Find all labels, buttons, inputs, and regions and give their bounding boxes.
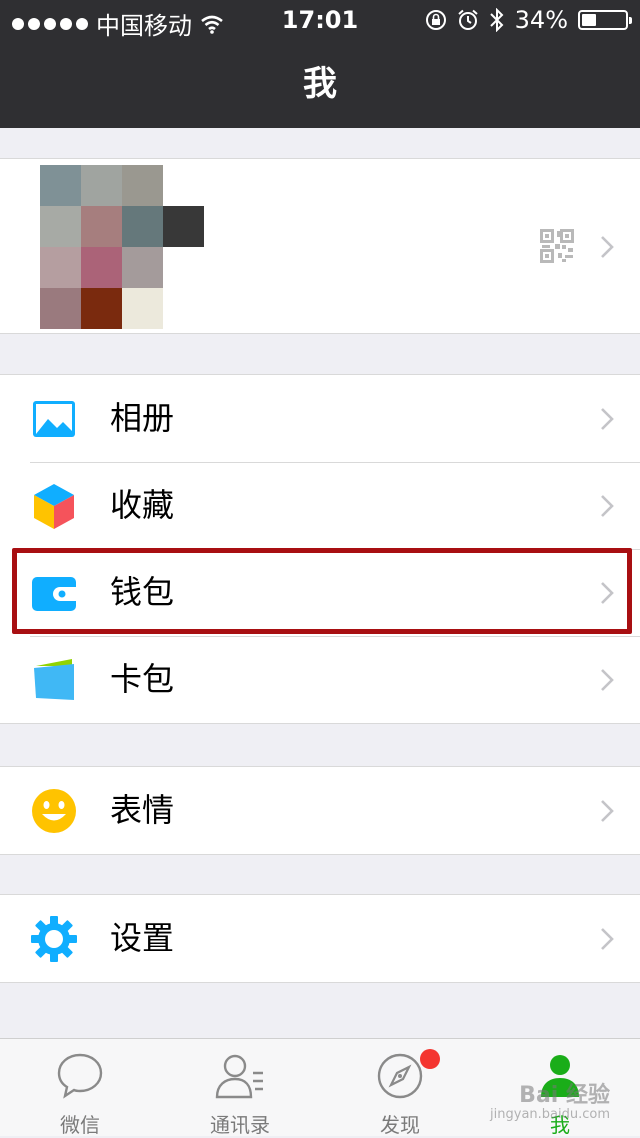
- avatar-pixel: [122, 206, 163, 247]
- menu-label: 收藏: [110, 486, 175, 524]
- tab-contacts[interactable]: 通讯录: [160, 1039, 320, 1137]
- tab-me[interactable]: 我 Bai 经验 jingyan.baidu.com: [480, 1039, 640, 1137]
- menu-item-stickers[interactable]: 表情: [0, 767, 640, 854]
- avatar-pixel: [122, 165, 163, 206]
- avatar-pixel: [122, 247, 163, 288]
- menu-group-3: 设置: [0, 894, 640, 983]
- card-pack-icon: [34, 659, 74, 700]
- tab-label: 发现: [380, 1113, 420, 1137]
- chevron-right-icon: [601, 800, 614, 822]
- avatar-pixel: [40, 165, 81, 206]
- favorites-icon: [34, 484, 74, 529]
- menu-item-wallet[interactable]: 钱包: [0, 549, 640, 636]
- avatar-pixel: [81, 247, 122, 288]
- avatar-pixel: [81, 206, 122, 247]
- status-bar: 中国移动 17:01 34%: [0, 0, 640, 40]
- chevron-right-icon: [601, 495, 614, 517]
- avatar-pixel: [40, 247, 81, 288]
- avatar-pixel: [81, 288, 122, 329]
- watermark-text: Bai 经验: [519, 1083, 610, 1108]
- avatar-pixel: [122, 288, 163, 329]
- tab-discover[interactable]: 发现: [320, 1039, 480, 1137]
- menu-item-album[interactable]: 相册: [0, 375, 640, 462]
- chat-icon: [57, 1053, 103, 1099]
- bluetooth-icon: [489, 8, 504, 32]
- notification-badge: [420, 1049, 440, 1069]
- menu-item-card-pack[interactable]: 卡包: [0, 636, 640, 723]
- avatar-pixel: [40, 288, 81, 329]
- alarm-icon: [457, 9, 478, 30]
- avatar[interactable]: [40, 165, 205, 329]
- tab-bar: 微信 通讯录 发现 我 Bai 经验 jingyan.baidu.com: [0, 1038, 640, 1137]
- watermark-subtext: jingyan.baidu.com: [490, 1107, 610, 1122]
- rotation-lock-icon: [425, 10, 446, 30]
- chevron-right-icon[interactable]: [600, 235, 614, 259]
- menu-label: 钱包: [110, 573, 175, 611]
- menu-item-settings[interactable]: 设置: [0, 895, 640, 982]
- avatar-pixel: [40, 206, 81, 247]
- wallet-icon: [32, 577, 76, 611]
- qr-code-icon[interactable]: [540, 229, 574, 263]
- status-right: 34%: [425, 6, 632, 34]
- nav-bar: 我: [0, 40, 640, 128]
- menu-label: 卡包: [110, 660, 175, 698]
- discover-icon: [377, 1053, 423, 1099]
- avatar-pixel: [81, 165, 122, 206]
- menu-label: 相册: [110, 399, 175, 437]
- menu-group-1: 相册 收藏 钱包 卡包: [0, 374, 640, 724]
- menu-item-favorites[interactable]: 收藏: [0, 462, 640, 549]
- tab-label: 通讯录: [210, 1113, 270, 1137]
- chevron-right-icon: [601, 408, 614, 430]
- tab-chats[interactable]: 微信: [0, 1039, 160, 1137]
- contacts-icon: [215, 1054, 263, 1099]
- menu-label: 设置: [110, 919, 175, 957]
- avatar-pixel: [163, 206, 204, 247]
- menu-label: 表情: [110, 791, 175, 829]
- tab-label: 微信: [60, 1113, 100, 1137]
- chevron-right-icon: [601, 582, 614, 604]
- album-icon: [33, 401, 75, 437]
- sticker-icon: [32, 789, 76, 833]
- chevron-right-icon: [601, 669, 614, 691]
- menu-group-2: 表情: [0, 766, 640, 855]
- battery-icon: [578, 10, 632, 30]
- page-title: 我: [303, 64, 337, 104]
- chevron-right-icon: [601, 928, 614, 950]
- settings-icon: [31, 916, 77, 962]
- profile-card[interactable]: [0, 158, 640, 334]
- battery-percent: 34%: [514, 6, 568, 34]
